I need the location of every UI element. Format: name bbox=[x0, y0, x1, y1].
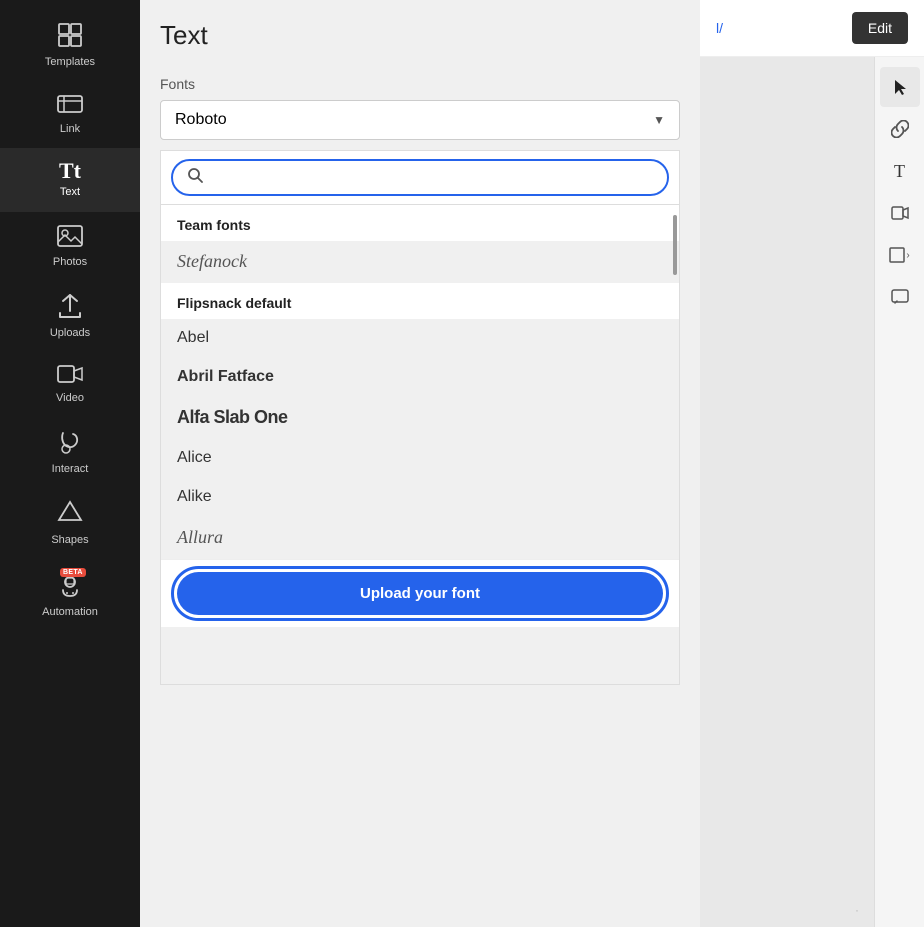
sidebar-item-label: Video bbox=[56, 392, 84, 405]
sidebar-item-interact[interactable]: Interact bbox=[0, 417, 140, 488]
interact-icon bbox=[57, 429, 83, 459]
flipsnack-default-header: Flipsnack default bbox=[161, 283, 679, 319]
sidebar-item-label: Automation bbox=[42, 606, 98, 619]
sidebar-item-link[interactable]: Link bbox=[0, 81, 140, 148]
panel-area: Text Fonts Roboto ▼ bbox=[140, 0, 700, 927]
font-item-abel[interactable]: Abel bbox=[161, 319, 679, 358]
selected-font-name: Roboto bbox=[175, 111, 227, 129]
search-circled-container bbox=[171, 159, 669, 196]
sidebar-item-photos[interactable]: Photos bbox=[0, 212, 140, 281]
canvas-area: · bbox=[700, 57, 874, 927]
font-search-input[interactable] bbox=[219, 170, 653, 186]
font-item-alike[interactable]: Alike bbox=[161, 478, 679, 517]
right-side: l/ Edit · bbox=[700, 0, 924, 927]
link-tool-button[interactable] bbox=[880, 109, 920, 149]
team-fonts-header: Team fonts bbox=[161, 205, 679, 241]
panel-header: Text bbox=[140, 0, 700, 61]
canvas-url-text: l/ bbox=[716, 20, 723, 36]
sidebar-item-templates[interactable]: Templates bbox=[0, 10, 140, 81]
fonts-label: Fonts bbox=[160, 76, 680, 92]
video-icon bbox=[57, 364, 83, 388]
sidebar-item-label: Photos bbox=[53, 256, 87, 269]
font-item-allura[interactable]: Allura bbox=[161, 517, 679, 559]
sidebar-item-label: Uploads bbox=[50, 327, 90, 340]
right-panel-wrapper: · T bbox=[700, 57, 924, 927]
font-item-abril-fatface[interactable]: Abril Fatface bbox=[161, 358, 679, 397]
photos-icon bbox=[57, 224, 83, 252]
sidebar: Templates Link Tt Text bbox=[0, 0, 140, 927]
sidebar-item-text[interactable]: Tt Text bbox=[0, 148, 140, 211]
sidebar-item-shapes[interactable]: Shapes bbox=[0, 488, 140, 559]
font-item-stefanock[interactable]: Stefanock bbox=[161, 241, 679, 283]
sidebar-item-video[interactable]: Video bbox=[0, 352, 140, 417]
beta-badge: BETA bbox=[60, 568, 86, 577]
dropdown-arrow-icon: ▼ bbox=[653, 113, 665, 127]
panel-title: Text bbox=[160, 20, 680, 51]
upload-btn-container: Upload your font bbox=[161, 559, 679, 627]
sidebar-item-label: Link bbox=[60, 123, 80, 136]
right-toolbar: T › bbox=[874, 57, 924, 927]
app-layout: Templates Link Tt Text bbox=[0, 0, 924, 927]
sidebar-item-label: Templates bbox=[45, 56, 95, 69]
uploads-icon bbox=[58, 293, 82, 323]
sidebar-item-label: Text bbox=[60, 186, 80, 199]
edit-button[interactable]: Edit bbox=[852, 12, 908, 44]
shape-tool-button[interactable]: › bbox=[880, 235, 920, 275]
text-tool-button[interactable]: T bbox=[880, 151, 920, 191]
upload-font-button[interactable]: Upload your font bbox=[177, 572, 663, 615]
scrollbar-indicator bbox=[673, 215, 677, 275]
font-item-alfa-slab-one[interactable]: Alfa Slab One bbox=[161, 397, 679, 439]
fonts-section: Fonts Roboto ▼ bbox=[140, 61, 700, 927]
sidebar-item-automation[interactable]: BETA Automation bbox=[0, 560, 140, 631]
comment-tool-button[interactable] bbox=[880, 277, 920, 317]
sidebar-item-uploads[interactable]: Uploads bbox=[0, 281, 140, 352]
sidebar-item-label: Interact bbox=[52, 463, 89, 476]
video-tool-button[interactable] bbox=[880, 193, 920, 233]
font-dropdown[interactable]: Roboto ▼ bbox=[160, 100, 680, 140]
shapes-icon bbox=[57, 500, 83, 530]
text-sidebar-icon: Tt bbox=[59, 160, 81, 182]
top-bar: l/ Edit bbox=[700, 0, 924, 57]
font-list-scroll[interactable]: Team fonts Stefanock Flipsnack default A… bbox=[160, 205, 680, 685]
search-icon bbox=[187, 167, 203, 188]
font-item-alice[interactable]: Alice bbox=[161, 439, 679, 478]
cursor-tool-button[interactable] bbox=[880, 67, 920, 107]
sidebar-item-label: Shapes bbox=[51, 534, 88, 547]
link-sidebar-icon bbox=[57, 93, 83, 119]
templates-icon bbox=[57, 22, 83, 52]
